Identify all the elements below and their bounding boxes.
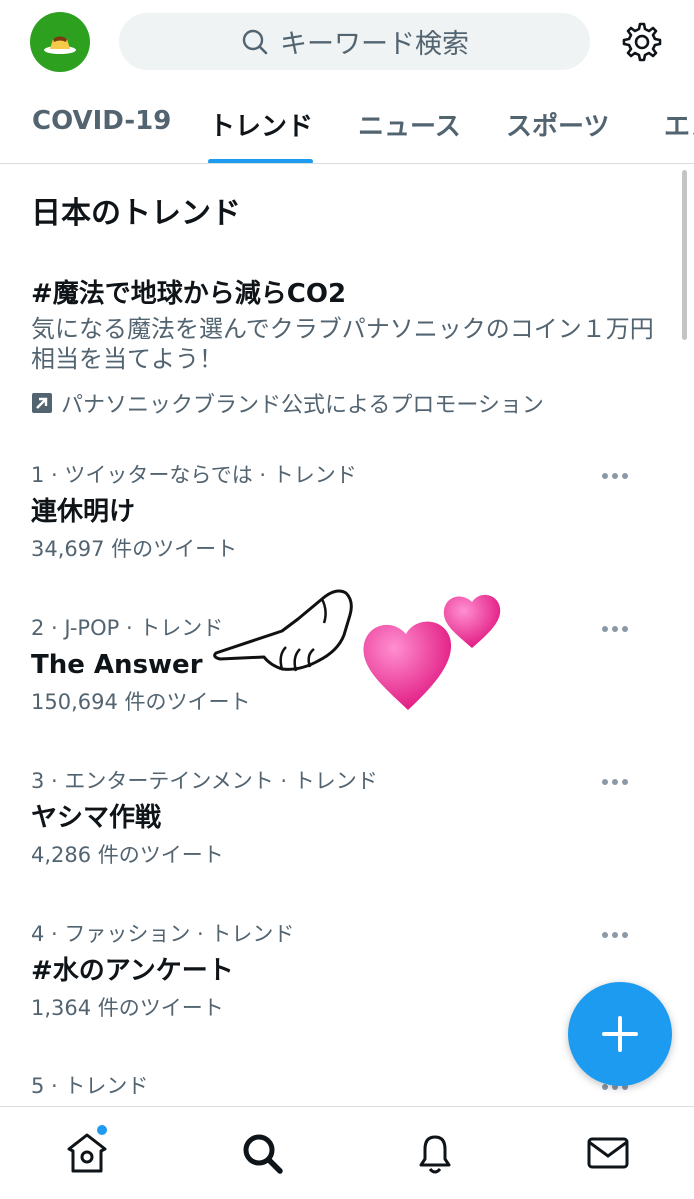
promoted-by: パナソニックブランド公式によるプロモーション <box>31 387 544 419</box>
active-tab-indicator <box>208 159 313 163</box>
more-options-icon[interactable] <box>602 776 632 788</box>
trend-item[interactable]: 5 · トレンド <box>31 1069 671 1103</box>
plus-icon <box>602 1016 638 1052</box>
search-bar[interactable]: キーワード検索 <box>119 13 590 70</box>
tab-sports[interactable]: スポーツ <box>506 106 609 143</box>
gear-icon[interactable] <box>620 20 664 64</box>
more-options-icon[interactable] <box>602 623 632 635</box>
new-content-dot <box>97 1125 107 1135</box>
home-icon[interactable] <box>63 1129 111 1177</box>
trend-name: #水のアンケート <box>31 956 234 986</box>
promoted-icon <box>32 393 52 413</box>
search-placeholder: キーワード検索 <box>280 29 469 60</box>
trend-item[interactable]: 1 · ツイッターならでは · トレンド 連休明け 34,697 件のツイート <box>31 458 671 566</box>
trend-count: 4,286 件のツイート <box>31 843 224 867</box>
tab-entertainment[interactable]: エン <box>664 106 694 143</box>
tab-bar: COVID-19 トレンド ニュース スポーツ エン <box>0 90 694 164</box>
trend-count: 150,694 件のツイート <box>31 690 251 714</box>
more-options-icon[interactable] <box>602 929 632 941</box>
trend-count: 34,697 件のツイート <box>31 537 238 561</box>
trend-item[interactable]: 3 · エンターテインメント · トレンド ヤシマ作戦 4,286 件のツイート <box>31 764 671 872</box>
mail-icon[interactable] <box>584 1129 632 1177</box>
scrollbar[interactable] <box>682 170 687 340</box>
trend-meta: 3 · エンターテインメント · トレンド <box>31 769 378 793</box>
tab-news[interactable]: ニュース <box>358 106 461 143</box>
tab-trends[interactable]: トレンド <box>209 106 313 143</box>
top-bar: キーワード検索 <box>0 0 694 84</box>
bottom-navigation <box>0 1106 694 1199</box>
search-icon[interactable] <box>238 1129 286 1177</box>
promoted-trend-description: 気になる魔法を選んでクラブパナソニックのコイン１万円相当を当てよう！ <box>31 315 654 373</box>
two-hearts-icon <box>363 594 501 710</box>
trend-name: 連休明け <box>31 497 136 527</box>
pointing-hand-icon <box>213 589 353 672</box>
trend-name: ヤシマ作戦 <box>31 803 162 833</box>
bell-icon[interactable] <box>411 1129 459 1177</box>
trend-meta: 5 · トレンド <box>31 1074 149 1098</box>
search-icon <box>242 29 268 54</box>
promoted-trend-title[interactable]: #魔法で地球から減らCO2 <box>31 273 346 310</box>
more-options-icon[interactable] <box>602 470 632 482</box>
trend-meta: 1 · ツイッターならでは · トレンド <box>31 463 357 487</box>
promoted-by-label: パナソニックブランド公式によるプロモーション <box>61 393 544 418</box>
section-title: 日本のトレンド <box>31 196 241 231</box>
profile-avatar[interactable] <box>30 12 90 72</box>
trend-meta: 4 · ファッション · トレンド <box>31 922 295 946</box>
pudding-icon <box>44 36 76 54</box>
tab-covid[interactable]: COVID-19 <box>32 106 171 136</box>
compose-tweet-button[interactable] <box>568 982 672 1086</box>
